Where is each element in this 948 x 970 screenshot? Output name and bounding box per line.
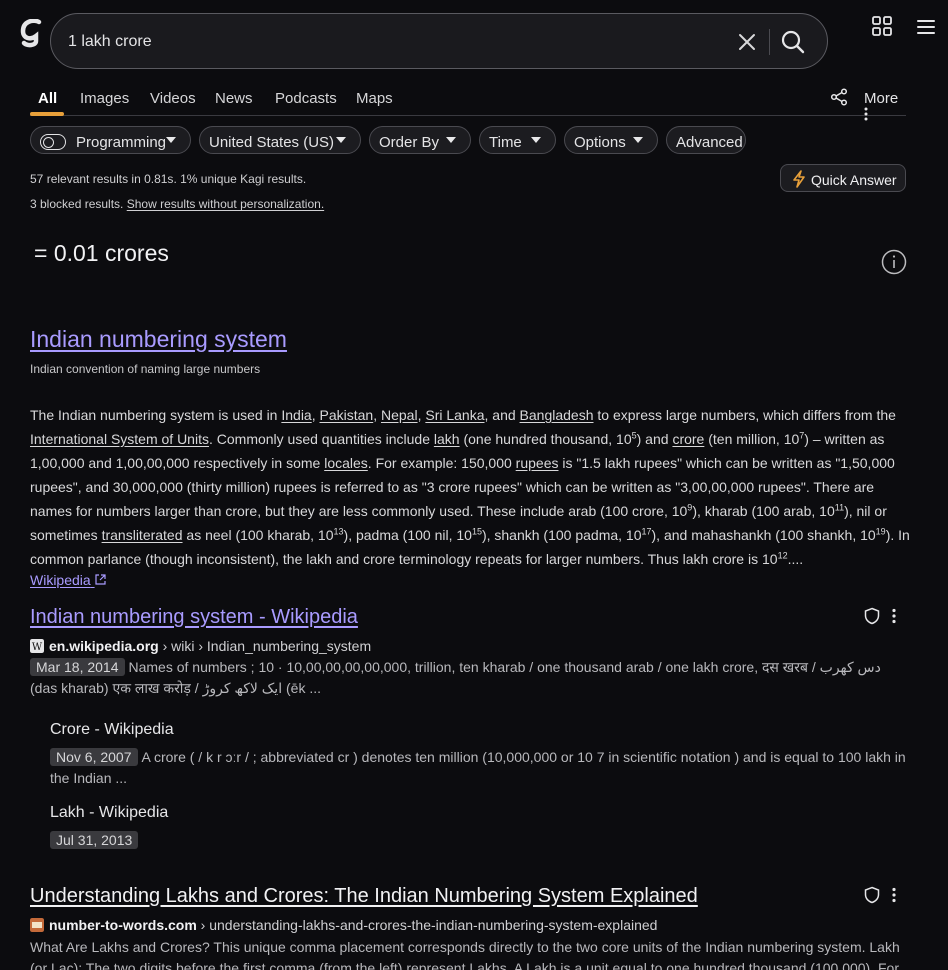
wikipedia-favicon-icon: W — [30, 639, 44, 653]
share-icon[interactable] — [830, 88, 848, 106]
wikipedia-source-label: Wikipedia — [30, 572, 91, 588]
chevron-down-icon — [531, 137, 541, 143]
order-label: Order By — [379, 134, 440, 151]
bangladesh-link[interactable]: Bangladesh — [520, 407, 594, 423]
sublink-snippet: Nov 6, 2007 A crore ( / k r ɔːr / ; abbre… — [50, 747, 908, 789]
tab-videos[interactable]: Videos — [150, 90, 196, 107]
sublink-date: Jul 31, 2013 — [50, 831, 139, 849]
tab-maps[interactable]: Maps — [356, 90, 393, 107]
lakh-link[interactable]: lakh — [434, 431, 460, 447]
result-count: 57 — [30, 172, 44, 186]
crore-link[interactable]: crore — [672, 431, 704, 447]
tab-all[interactable]: All — [38, 90, 57, 107]
result-snippet: What Are Lakhs and Crores? This unique c… — [30, 939, 900, 970]
pakistan-link[interactable]: Pakistan — [320, 407, 374, 423]
programming-label: Programming — [76, 134, 167, 151]
more-button[interactable]: More — [864, 90, 906, 124]
india-link[interactable]: India — [281, 407, 311, 423]
sublink-title[interactable]: Crore - Wikipedia — [50, 721, 174, 739]
wiki-subtitle: Indian convention of naming large number… — [30, 362, 261, 376]
search-icon[interactable] — [780, 29, 806, 55]
blocked-stats: 3 blocked results. Show results without … — [30, 197, 324, 211]
sublink-snippet-text: A crore ( / k r ɔːr / ; abbreviated cr )… — [50, 749, 906, 786]
region-filter[interactable]: United States (US) — [199, 126, 361, 154]
result-domain[interactable]: en.wikipedia.org — [49, 638, 159, 654]
active-tab-indicator — [30, 112, 64, 116]
time-label: Time — [489, 134, 522, 151]
shield-icon[interactable] — [863, 886, 881, 904]
chevron-down-icon — [166, 137, 176, 143]
region-label: United States (US) — [209, 134, 335, 151]
quick-answer-label: Quick Answer — [811, 172, 897, 188]
result-url: number-to-words.com › understanding-lakh… — [30, 917, 657, 933]
info-icon[interactable] — [881, 249, 907, 275]
clear-search-icon[interactable] — [737, 32, 757, 52]
number-to-words-favicon-icon — [30, 918, 44, 932]
result-path: › wiki › Indian_numbering_system — [162, 638, 372, 654]
more-label: More — [864, 90, 899, 107]
kagi-logo-icon[interactable] — [19, 19, 43, 49]
options-label: Options — [574, 134, 626, 151]
search-bar — [50, 13, 828, 69]
locales-link[interactable]: locales — [324, 455, 368, 471]
results-stats: 57 relevant results in 0.81s. 1% unique … — [30, 172, 306, 186]
time-filter[interactable]: Time — [479, 126, 556, 154]
result-date: Mar 18, 2014 — [30, 658, 125, 676]
international-system-link[interactable]: International System of Units — [30, 431, 209, 447]
quick-answer-button[interactable]: Quick Answer — [780, 164, 906, 192]
result-url: Wen.wikipedia.org › wiki › Indian_number… — [30, 638, 371, 654]
apps-grid-icon[interactable] — [872, 16, 892, 36]
search-divider — [769, 29, 770, 55]
options-filter[interactable]: Options — [564, 126, 658, 154]
tab-podcasts[interactable]: Podcasts — [275, 90, 337, 107]
wiki-summary: The Indian numbering system is used in I… — [30, 407, 910, 567]
order-filter[interactable]: Order By — [369, 126, 471, 154]
result-title-link[interactable]: Understanding Lakhs and Crores: The Indi… — [30, 885, 698, 908]
rupees-link[interactable]: rupees — [516, 455, 559, 471]
result-snippet-text: Names of numbers ; 10 · 10,00,00,00,00,0… — [30, 659, 881, 696]
sri-lanka-link[interactable]: Sri Lanka — [425, 407, 484, 423]
hamburger-menu-icon[interactable] — [916, 18, 936, 36]
kebab-menu-icon[interactable] — [891, 887, 897, 903]
unique-results: . 1% unique Kagi results. — [173, 172, 307, 186]
result-snippet: Mar 18, 2014 Names of numbers ; 10 · 10,0… — [30, 657, 900, 699]
external-link-icon — [94, 574, 106, 585]
search-tabs: All Images Videos News Podcasts Maps Mor… — [30, 86, 906, 121]
wikipedia-source-link[interactable]: Wikipedia — [30, 572, 106, 588]
result-count-text: relevant results in — [43, 172, 145, 186]
search-input[interactable] — [68, 30, 708, 54]
sublink-snippet: Jul 31, 2013 — [50, 830, 142, 851]
result-domain[interactable]: number-to-words.com — [49, 917, 197, 933]
programming-filter[interactable]: Programming — [30, 126, 191, 154]
chevron-down-icon — [336, 137, 346, 143]
calculator-result: = 0.01 crores — [34, 240, 169, 266]
transliterated-link[interactable]: transliterated — [102, 527, 183, 543]
sublink-title[interactable]: Lakh - Wikipedia — [50, 804, 168, 822]
tab-news[interactable]: News — [215, 90, 253, 107]
toggle-icon[interactable] — [40, 134, 66, 150]
result-title-link[interactable]: Indian numbering system - Wikipedia — [30, 606, 358, 629]
svg-text:W: W — [32, 642, 43, 653]
sublink-date: Nov 6, 2007 — [50, 748, 138, 766]
result-time: 0.81s — [144, 172, 174, 186]
advanced-button[interactable]: Advanced — [666, 126, 746, 154]
show-without-personalization-link[interactable]: Show results without personalization. — [127, 197, 324, 211]
wiki-title-link[interactable]: Indian numbering system — [30, 326, 287, 353]
kebab-menu-icon[interactable] — [891, 608, 897, 624]
advanced-label: Advanced — [676, 134, 743, 151]
result-path: › understanding-lakhs-and-crores-the-ind… — [200, 917, 658, 933]
lightning-icon — [793, 170, 805, 188]
kebab-icon — [864, 107, 868, 121]
shield-icon[interactable] — [863, 607, 881, 625]
blocked-count: 3 blocked results. — [30, 197, 127, 211]
chevron-down-icon — [633, 137, 643, 143]
tab-images[interactable]: Images — [80, 90, 129, 107]
nepal-link[interactable]: Nepal — [381, 407, 418, 423]
chevron-down-icon — [446, 137, 456, 143]
